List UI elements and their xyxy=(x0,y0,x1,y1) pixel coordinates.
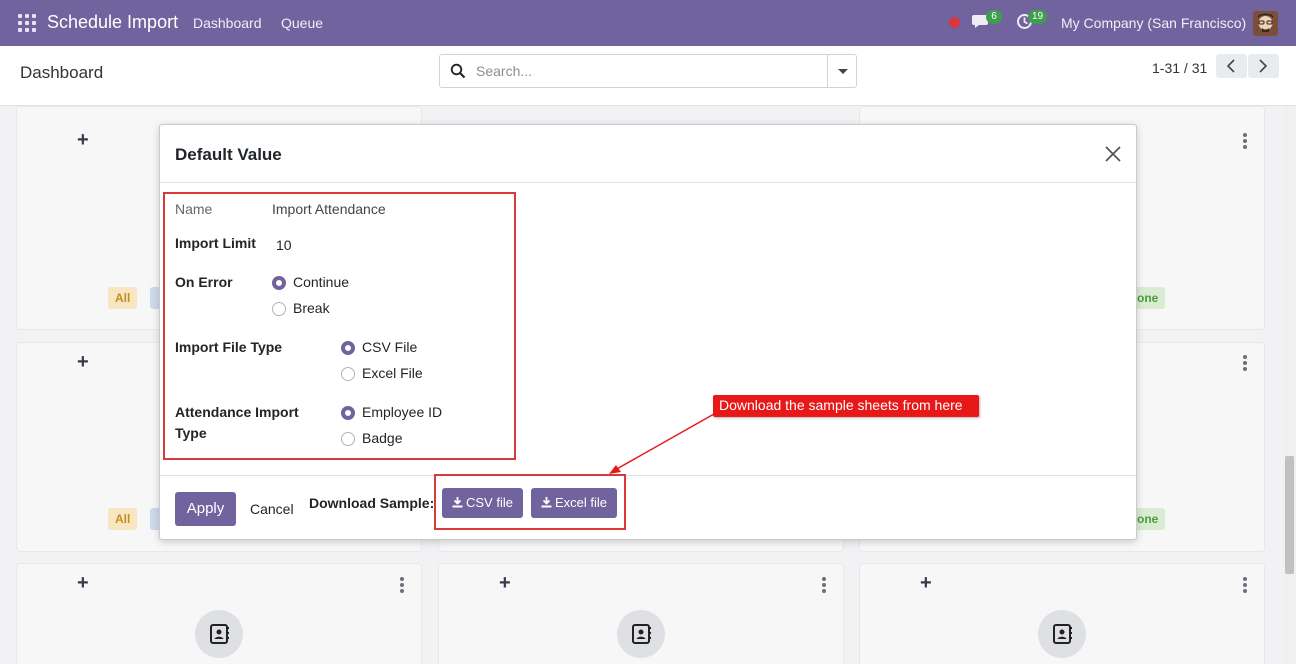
chat-count-badge: 6 xyxy=(986,10,1002,24)
scrollbar-thumb[interactable] xyxy=(1285,456,1294,574)
control-panel: Dashboard 1-31 / 31 xyxy=(0,46,1296,106)
kanban-card[interactable]: + xyxy=(859,563,1265,664)
search-input[interactable] xyxy=(476,56,826,86)
activity-count-badge: 19 xyxy=(1028,10,1048,24)
company-switcher[interactable]: My Company (San Francisco) xyxy=(1061,15,1246,31)
kanban-card[interactable]: + xyxy=(16,563,422,664)
search-bar[interactable] xyxy=(439,54,857,88)
top-navbar: Schedule Import Dashboard Queue 6 19 My … xyxy=(0,0,1296,46)
plus-icon[interactable]: + xyxy=(920,572,932,595)
pager-value[interactable]: 1-31 / 31 xyxy=(1152,60,1207,76)
pager-next-button[interactable] xyxy=(1248,54,1279,78)
recording-indicator-icon[interactable] xyxy=(949,17,960,28)
chevron-left-icon xyxy=(1226,59,1235,73)
card-menu-icon[interactable] xyxy=(1243,133,1247,149)
default-value-dialog: Default Value Name Import Attendance Imp… xyxy=(159,124,1137,540)
form-highlight-annotation xyxy=(163,192,516,460)
page-scrollbar[interactable] xyxy=(1283,106,1296,664)
pager-previous-button[interactable] xyxy=(1216,54,1247,78)
download-highlight-annotation xyxy=(434,474,626,530)
card-menu-icon[interactable] xyxy=(1243,355,1247,371)
card-menu-icon[interactable] xyxy=(822,577,826,593)
search-options-toggle[interactable] xyxy=(827,55,856,87)
chevron-right-icon xyxy=(1259,59,1268,73)
contact-book-icon xyxy=(195,610,243,658)
contact-book-icon xyxy=(1038,610,1086,658)
user-avatar[interactable] xyxy=(1253,11,1278,36)
cancel-button[interactable]: Cancel xyxy=(250,501,294,517)
status-chip-all[interactable]: All xyxy=(108,508,138,530)
dialog-title: Default Value xyxy=(175,145,282,164)
dialog-footer: Apply Cancel Download Sample: CSV file E… xyxy=(160,474,1136,539)
apps-grid-icon[interactable] xyxy=(18,14,36,32)
apply-button[interactable]: Apply xyxy=(175,492,236,526)
page-title: Dashboard xyxy=(20,63,104,82)
card-menu-icon[interactable] xyxy=(400,577,404,593)
plus-icon[interactable]: + xyxy=(499,572,511,595)
download-sample-callout: Download the sample sheets from here xyxy=(713,395,979,417)
search-icon xyxy=(450,63,466,79)
plus-icon[interactable]: + xyxy=(77,351,89,374)
plus-icon[interactable]: + xyxy=(77,572,89,595)
dialog-header: Default Value xyxy=(160,125,1136,183)
contact-book-icon xyxy=(617,610,665,658)
download-sample-label: Download Sample: xyxy=(309,495,435,511)
close-icon[interactable] xyxy=(1104,145,1122,163)
status-chip-all[interactable]: All xyxy=(108,287,138,309)
plus-icon[interactable]: + xyxy=(77,129,89,152)
kanban-card[interactable]: + xyxy=(438,563,844,664)
nav-dashboard[interactable]: Dashboard xyxy=(193,15,262,31)
card-menu-icon[interactable] xyxy=(1243,577,1247,593)
app-brand[interactable]: Schedule Import xyxy=(47,12,178,33)
nav-queue[interactable]: Queue xyxy=(281,15,323,31)
